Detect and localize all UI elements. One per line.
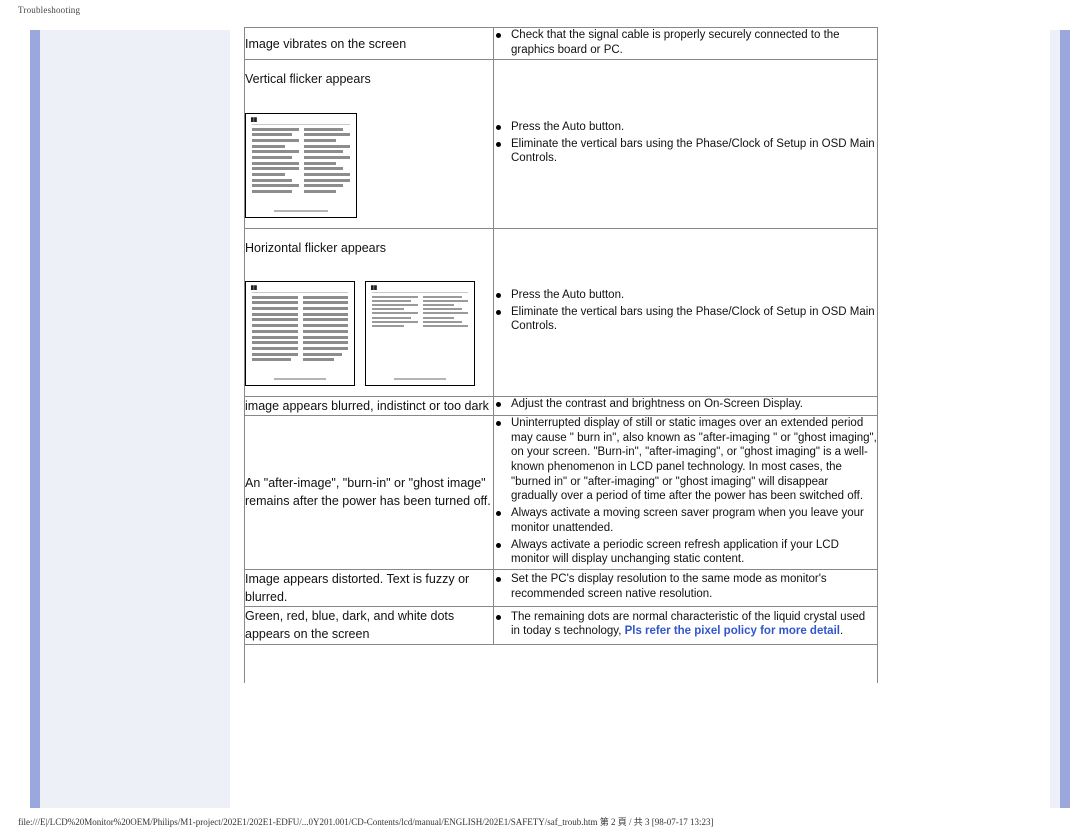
left-inner-bar (40, 30, 50, 808)
solution-cell: Check that the signal cable is properly … (493, 26, 878, 61)
bullet-text-after: . (839, 625, 844, 638)
thumbnail-footer-line (274, 377, 326, 380)
pixel-policy-link[interactable]: Pls refer the pixel policy for more deta… (625, 625, 840, 637)
left-accent-bar (30, 30, 40, 808)
table-row: An "after-image", "burn-in" or "ghost im… (244, 414, 878, 571)
table-row: Image appears distorted. Text is fuzzy o… (244, 568, 878, 608)
table-row: Green, red, blue, dark, and white dots a… (244, 606, 878, 645)
right-blank-panel (888, 30, 1050, 808)
thumbnail-footer-line (274, 209, 328, 212)
symptom-cell: Image appears distorted. Text is fuzzy o… (244, 568, 494, 608)
solution-cell: Press the Auto button. Eliminate the ver… (493, 227, 878, 397)
thumbnail-row: ▉▉ (245, 103, 493, 228)
thumbnail-corner-mark: ▉▉ (251, 116, 258, 122)
bullet-item: Check that the signal cable is properly … (494, 28, 877, 57)
solution-cell: The remaining dots are normal characteri… (493, 606, 878, 645)
symptom-cell: Vertical flicker appears ▉▉ (244, 59, 494, 229)
thumbnail-column (302, 295, 348, 371)
symptom-cell: Horizontal flicker appears ▉▉ ▉▉ (244, 227, 494, 397)
screen-thumbnail-vertical-flicker: ▉▉ (245, 112, 357, 218)
thumbnail-header-line (372, 291, 468, 293)
right-accent-bar (1060, 30, 1070, 808)
document-page: Troubleshooting Image vibrates on the sc… (0, 0, 1080, 834)
thumbnail-footer-line (394, 377, 446, 380)
thumbnail-column (252, 127, 299, 203)
table-row: Image vibrates on the screen Check that … (244, 26, 878, 61)
breadcrumb: Troubleshooting (18, 5, 81, 15)
thumbnail-row: ▉▉ (245, 271, 493, 396)
thumbnail-column (303, 127, 350, 203)
thumbnail-lines (252, 127, 350, 203)
left-navigation-panel (50, 30, 230, 808)
table-row: image appears blurred, indistinct or too… (244, 395, 878, 416)
screen-thumbnail-horizontal-flicker-b: ▉▉ (365, 280, 475, 386)
bullet-item: Eliminate the vertical bars using the Ph… (494, 305, 877, 334)
troubleshooting-table: Image vibrates on the screen Check that … (244, 26, 878, 683)
symptom-cell: An "after-image", "burn-in" or "ghost im… (244, 414, 494, 571)
bullet-item: Set the PC's display resolution to the s… (494, 572, 877, 601)
thumbnail-corner-mark: ▉▉ (251, 284, 258, 290)
spacer-cell-left (244, 643, 494, 683)
thumbnail-lines (372, 295, 468, 371)
spacer-cell-right (493, 643, 878, 683)
symptom-label: Horizontal flicker appears (245, 240, 387, 255)
thumbnail-corner-mark: ▉▉ (371, 284, 378, 290)
symptom-cell: Image vibrates on the screen (244, 26, 494, 61)
symptom-cell: image appears blurred, indistinct or too… (244, 395, 494, 416)
thumbnail-header-line (252, 291, 348, 293)
main-content: Image vibrates on the screen Check that … (233, 20, 888, 808)
bullet-item: Press the Auto button. (494, 288, 877, 303)
symptom-cell: Green, red, blue, dark, and white dots a… (244, 606, 494, 645)
bullet-item: Adjust the contrast and brightness on On… (494, 397, 877, 412)
thumbnail-column (372, 295, 418, 371)
solution-cell: Set the PC's display resolution to the s… (493, 568, 878, 608)
bullet-item: Eliminate the vertical bars using the Ph… (494, 137, 877, 166)
table-row: Horizontal flicker appears ▉▉ ▉▉ Press t… (244, 227, 878, 397)
symptom-label: Vertical flicker appears (245, 72, 371, 87)
table-row-spacer (244, 643, 878, 683)
bullet-item: Uninterrupted display of still or static… (494, 416, 877, 504)
thumbnail-lines (252, 295, 348, 371)
bullet-item: Always activate a periodic screen refres… (494, 538, 877, 567)
table-row: Vertical flicker appears ▉▉ Press the Au… (244, 59, 878, 229)
bullet-item: Press the Auto button. (494, 120, 877, 135)
thumbnail-column (252, 295, 298, 371)
bullet-item-rich: The remaining dots are normal characteri… (494, 610, 877, 639)
screen-thumbnail-horizontal-flicker-a: ▉▉ (245, 280, 355, 386)
solution-cell: Press the Auto button. Eliminate the ver… (493, 59, 878, 229)
thumbnail-column (422, 295, 468, 371)
solution-cell: Uninterrupted display of still or static… (493, 414, 878, 571)
right-inner-bar (1050, 30, 1060, 808)
bullet-item: Always activate a moving screen saver pr… (494, 506, 877, 535)
footer-path: file:///E|/LCD%20Monitor%20OEM/Philips/M… (18, 817, 714, 827)
thumbnail-header-line (252, 123, 350, 125)
solution-cell: Adjust the contrast and brightness on On… (493, 395, 878, 416)
